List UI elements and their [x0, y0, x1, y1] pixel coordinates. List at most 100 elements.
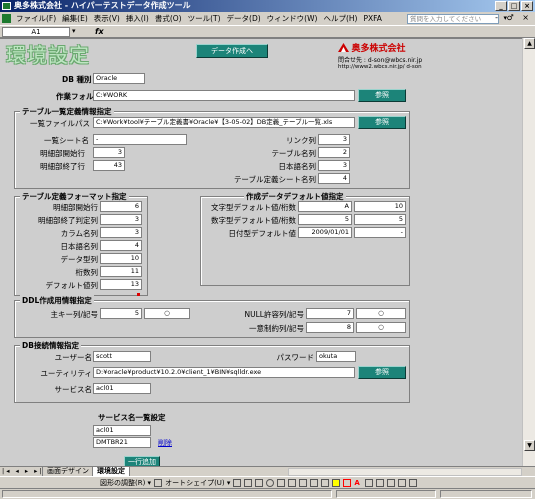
clipart-icon[interactable] — [310, 478, 319, 487]
list-sheet-field[interactable]: - — [93, 134, 187, 145]
arrow-icon[interactable] — [244, 478, 253, 487]
menu-file[interactable]: ファイル(F) — [13, 13, 59, 24]
utility-label: ユーティリティ — [40, 369, 92, 378]
diagram-icon[interactable] — [299, 478, 308, 487]
table-name-col-field[interactable]: 2 — [318, 147, 350, 158]
service-list-item[interactable]: acl01 — [93, 425, 151, 436]
line-style-icon[interactable] — [365, 478, 374, 487]
name-box[interactable]: A1 — [2, 27, 70, 37]
null-col-field[interactable]: 7 — [306, 308, 354, 319]
pk-symbol-field[interactable]: ○ — [144, 308, 190, 319]
menu-data[interactable]: データ(D) — [224, 13, 264, 24]
font-color-icon[interactable]: A — [354, 479, 362, 487]
jp-name-col-label: 日本語名列 — [278, 162, 317, 171]
pk-col-field[interactable]: 5 — [100, 308, 142, 319]
def-end-col-field[interactable]: 3 — [100, 214, 142, 225]
document-window-controls[interactable]: - ♂ × — [495, 13, 532, 22]
delete-service-link[interactable]: 削除 — [158, 438, 172, 448]
autoshape-menu[interactable]: オートシェイプ(U) ▾ — [165, 478, 230, 488]
line-icon[interactable] — [233, 478, 242, 487]
close-button[interactable]: × — [521, 1, 533, 11]
list-end-row-label: 明細部終了行 — [40, 162, 85, 171]
name-box-dropdown-icon[interactable]: ▾ — [72, 27, 76, 35]
db-type-field[interactable]: Oracle — [93, 73, 145, 84]
list-file-field[interactable]: C:¥Work¥tool¥テーブル定義書¥Oracle¥【3-05-02】DB定… — [93, 117, 355, 128]
string-default-value-field[interactable]: A — [298, 201, 352, 212]
null-symbol-field[interactable]: ○ — [356, 308, 406, 319]
menu-format[interactable]: 書式(O) — [152, 13, 185, 24]
scroll-up-icon[interactable]: ▲ — [524, 38, 535, 49]
date-default-value-field[interactable]: 2009/01/01 — [298, 227, 352, 238]
help-search-input[interactable]: 質問を入力してください — [407, 14, 499, 24]
utility-field[interactable]: D:¥oracle¥product¥10.2.0¥client_1¥BIN¥sq… — [93, 367, 355, 378]
column-name-col-field[interactable]: 3 — [100, 227, 142, 238]
utility-browse-button[interactable]: 参照 — [358, 366, 406, 379]
number-default-value-field[interactable]: 5 — [298, 214, 352, 225]
3d-icon[interactable] — [409, 478, 418, 487]
list-end-row-field[interactable]: 43 — [93, 160, 125, 171]
page-title: 環境設定 — [6, 43, 90, 67]
line-color-icon[interactable] — [343, 478, 352, 487]
shadow-icon[interactable] — [398, 478, 407, 487]
workbook-icon[interactable] — [2, 14, 11, 23]
user-label: ユーザー名 — [54, 353, 92, 362]
menu-view[interactable]: 表示(V) — [91, 13, 123, 24]
db-type-label: DB 種別 — [62, 75, 92, 84]
draw-menu[interactable]: 図形の調整(R) ▾ — [100, 478, 151, 488]
unique-symbol-field[interactable]: ○ — [356, 322, 406, 333]
fill-color-icon[interactable] — [332, 478, 341, 487]
db-connect-group-title: DB接続情報指定 — [20, 340, 81, 351]
minimize-button[interactable]: _ — [495, 1, 507, 11]
dash-style-icon[interactable] — [376, 478, 385, 487]
password-field[interactable]: okuta — [316, 351, 356, 362]
digits-col-field[interactable]: 11 — [100, 266, 142, 277]
list-start-row-field[interactable]: 3 — [93, 147, 125, 158]
function-icon[interactable]: fx — [95, 26, 104, 38]
select-pointer-icon[interactable] — [154, 478, 163, 487]
unique-col-field[interactable]: 8 — [306, 322, 354, 333]
formula-bar: A1 ▾ fx — [0, 25, 535, 38]
menu-tools[interactable]: ツール(T) — [185, 13, 224, 24]
arrow-style-icon[interactable] — [387, 478, 396, 487]
picture-icon[interactable] — [321, 478, 330, 487]
menu-help[interactable]: ヘルプ(H) — [320, 13, 360, 24]
user-field[interactable]: scott — [93, 351, 151, 362]
menu-insert[interactable]: 挿入(I) — [123, 13, 152, 24]
list-file-browse-button[interactable]: 参照 — [358, 116, 406, 129]
menu-pxfa[interactable]: PXFA — [360, 14, 384, 23]
work-folder-field[interactable]: C:¥WORK — [93, 90, 355, 101]
wordart-icon[interactable] — [288, 478, 297, 487]
string-default-digits-field[interactable]: 10 — [354, 201, 406, 212]
service-field[interactable]: acl01 — [93, 383, 151, 394]
company-url[interactable]: http://www2.wbcs.nir.jp/ d-son — [338, 64, 438, 70]
oval-icon[interactable] — [266, 478, 275, 487]
rectangle-icon[interactable] — [255, 478, 264, 487]
number-default-digits-field[interactable]: 5 — [354, 214, 406, 225]
service-list-item[interactable]: DMTBR21 — [93, 437, 151, 448]
def-sheet-col-field[interactable]: 4 — [318, 173, 350, 184]
digits-col-label: 桁数列 — [75, 268, 99, 277]
comment-indicator — [137, 293, 140, 296]
def-jp-name-col-field[interactable]: 4 — [100, 240, 142, 251]
horizontal-scrollbar[interactable] — [288, 468, 522, 476]
default-value-col-field[interactable]: 13 — [100, 279, 142, 290]
jp-name-col-field[interactable]: 3 — [318, 160, 350, 171]
vertical-scrollbar[interactable]: ▲ ▼ — [522, 38, 535, 466]
work-folder-browse-button[interactable]: 参照 — [358, 89, 406, 102]
menu-edit[interactable]: 編集(E) — [59, 13, 91, 24]
menu-window[interactable]: ウィンドウ(W) — [264, 13, 321, 24]
data-type-col-field[interactable]: 10 — [100, 253, 142, 264]
def-start-row-field[interactable]: 6 — [100, 201, 142, 212]
textbox-icon[interactable] — [277, 478, 286, 487]
maximize-button[interactable]: □ — [508, 1, 520, 11]
data-type-col-label: データ型列 — [60, 255, 99, 264]
table-name-col-label: テーブル名列 — [271, 149, 316, 158]
excel-app-icon[interactable] — [2, 2, 11, 10]
tab-navigation-icons[interactable]: |◂ ◂ ▸ ▸| — [2, 467, 44, 476]
date-default-digits-field[interactable]: - — [354, 227, 406, 238]
create-data-button[interactable]: データ作成へ — [196, 44, 268, 58]
link-col-field[interactable]: 3 — [318, 134, 350, 145]
company-name: 奥多株式会社 — [351, 44, 406, 54]
list-file-label: 一覧ファイルパス — [30, 119, 90, 128]
scroll-down-icon[interactable]: ▼ — [524, 440, 535, 451]
